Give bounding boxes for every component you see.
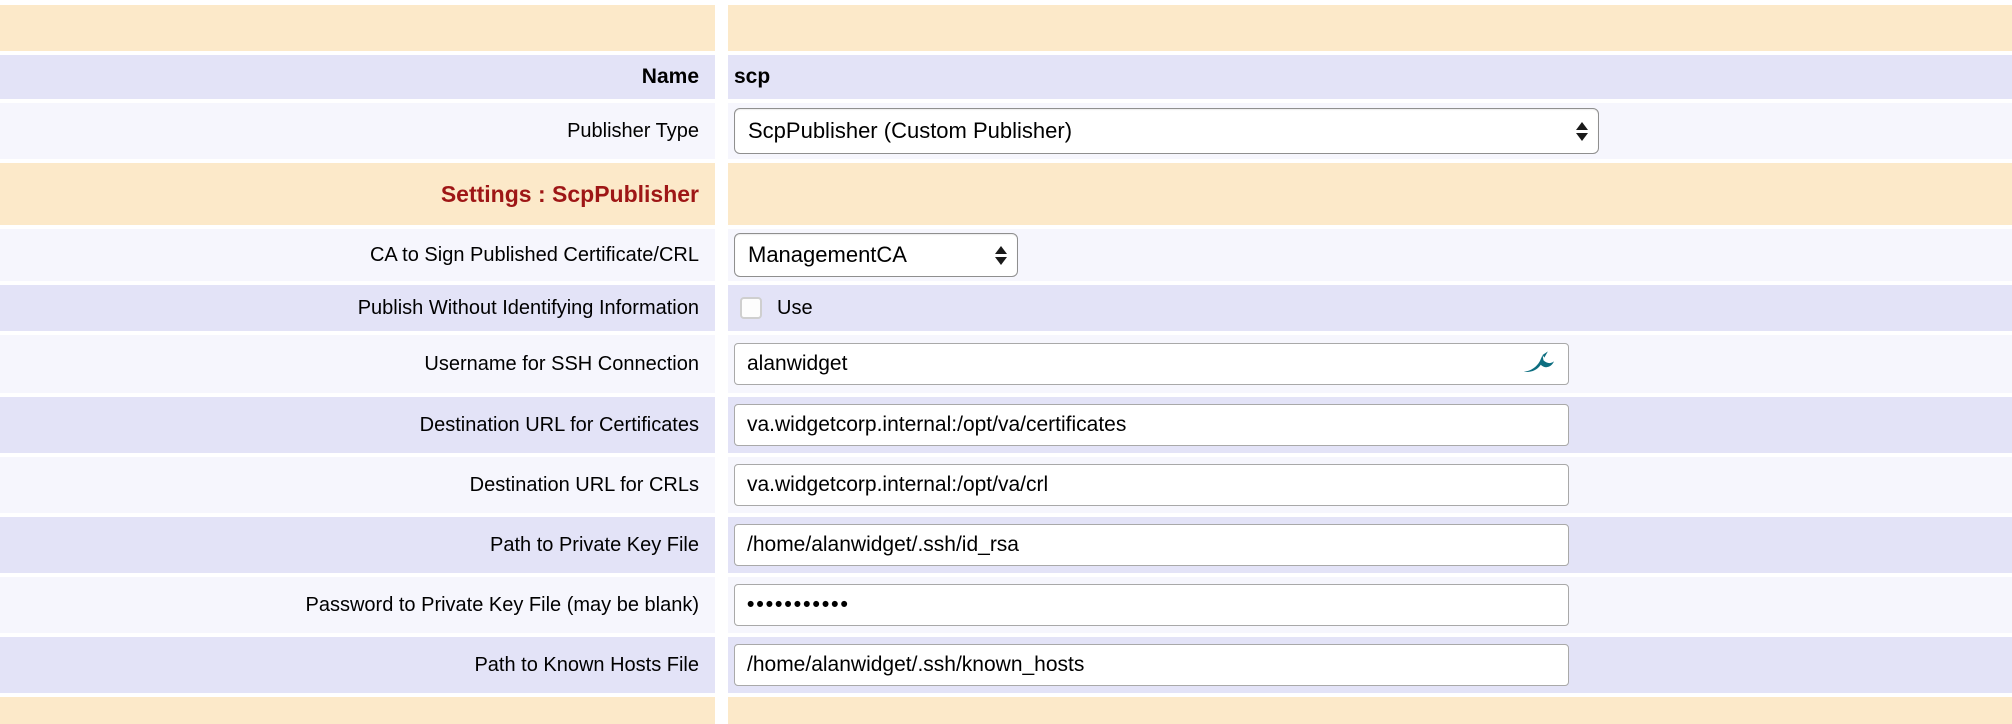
ca-sign-label: CA to Sign Published Certificate/CRL	[370, 244, 699, 267]
settings-header-title: Settings : ScpPublisher	[441, 181, 699, 208]
name-label: Name	[642, 65, 699, 89]
ssh-username-field-wrap	[734, 343, 1569, 385]
private-key-password-row: Password to Private Key File (may be bla…	[0, 577, 2012, 633]
name-row: Name scp	[0, 55, 2012, 99]
cert-destination-label: Destination URL for Certificates	[420, 414, 699, 437]
ssh-username-label: Username for SSH Connection	[424, 353, 699, 376]
settings-header-right	[728, 163, 2012, 225]
private-key-password-input[interactable]	[734, 584, 1569, 626]
private-key-path-label: Path to Private Key File	[490, 534, 699, 557]
publisher-type-label: Publisher Type	[567, 120, 699, 143]
private-key-path-input[interactable]	[734, 524, 1569, 566]
publish-anonymous-label: Publish Without Identifying Information	[358, 297, 699, 320]
crl-destination-label: Destination URL for CRLs	[470, 474, 699, 497]
ca-sign-row: CA to Sign Published Certificate/CRL Man…	[0, 229, 2012, 281]
top-band-left	[0, 5, 715, 51]
top-section-band	[0, 5, 2012, 51]
up-down-arrows-icon	[1576, 122, 1588, 141]
publish-anonymous-checkbox[interactable]	[740, 297, 762, 319]
settings-header-row: Settings : ScpPublisher	[0, 163, 2012, 225]
up-down-arrows-icon	[995, 246, 1007, 265]
cert-destination-row: Destination URL for Certificates	[0, 397, 2012, 453]
bottom-section-band	[0, 697, 2012, 724]
private-key-path-row: Path to Private Key File	[0, 517, 2012, 573]
bottom-band-left	[0, 697, 715, 724]
known-hosts-path-input[interactable]	[734, 644, 1569, 686]
private-key-password-label: Password to Private Key File (may be bla…	[306, 594, 700, 617]
ssh-username-input[interactable]	[734, 343, 1569, 385]
publish-anonymous-checkbox-label: Use	[777, 297, 813, 320]
known-hosts-path-label: Path to Known Hosts File	[474, 654, 699, 677]
crl-destination-row: Destination URL for CRLs	[0, 457, 2012, 513]
publisher-edit-page: Name scp Publisher Type ScpPublisher (Cu…	[0, 0, 2012, 724]
publish-anonymous-row: Publish Without Identifying Information …	[0, 285, 2012, 331]
dashlane-icon[interactable]	[1523, 350, 1555, 376]
top-band-right	[728, 5, 2012, 51]
publisher-type-selected-option: ScpPublisher (Custom Publisher)	[748, 118, 1564, 144]
crl-destination-input[interactable]	[734, 464, 1569, 506]
known-hosts-path-row: Path to Known Hosts File	[0, 637, 2012, 693]
ca-sign-selected-option: ManagementCA	[748, 242, 983, 268]
publisher-type-row: Publisher Type ScpPublisher (Custom Publ…	[0, 103, 2012, 159]
ssh-username-row: Username for SSH Connection	[0, 335, 2012, 393]
name-value: scp	[734, 65, 770, 89]
publisher-type-select[interactable]: ScpPublisher (Custom Publisher)	[734, 108, 1599, 154]
ca-sign-select[interactable]: ManagementCA	[734, 233, 1018, 277]
cert-destination-input[interactable]	[734, 404, 1569, 446]
bottom-band-right	[728, 697, 2012, 724]
